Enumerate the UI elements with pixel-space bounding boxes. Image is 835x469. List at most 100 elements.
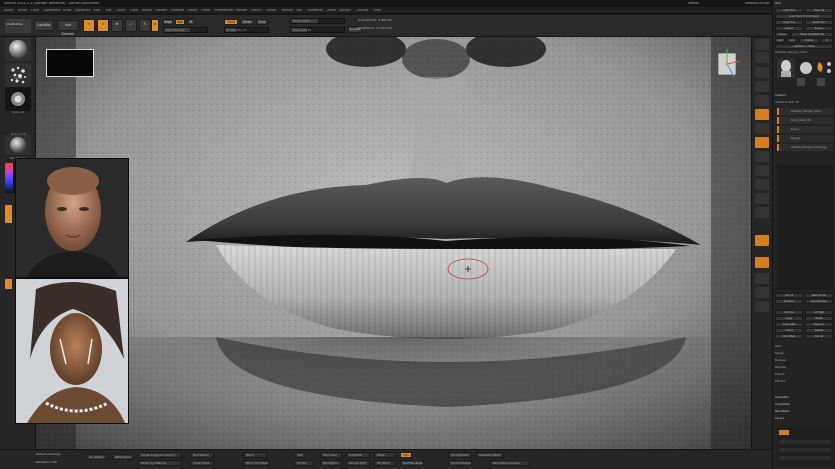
frame-button[interactable]	[755, 165, 769, 176]
layer-row[interactable]	[779, 448, 831, 452]
rotate-view-button[interactable]	[755, 207, 769, 218]
remesh-section[interactable]: Remesh	[775, 366, 786, 371]
menu-texture[interactable]: Texture	[281, 9, 293, 12]
xyz-button[interactable]	[755, 151, 769, 162]
goz-button[interactable]: GoZ	[775, 38, 785, 43]
insert-button[interactable]: Insert	[775, 328, 803, 333]
menu-macro[interactable]: Macro	[142, 9, 152, 12]
subtool-item[interactable]: Wrestler_Merged_Sub3	[777, 108, 833, 115]
menu-preferences[interactable]: Preferences	[215, 9, 234, 12]
move-view-button[interactable]	[755, 179, 769, 190]
menu-layer[interactable]: Layer	[117, 9, 126, 12]
target-polygons-slider[interactable]: Target Polygons Count 5	[138, 452, 182, 458]
mirror-and-weld-button[interactable]: Mirror And Weld	[243, 460, 269, 466]
make-polymesh-button[interactable]: Make PolyMesh3D	[791, 32, 833, 37]
gizmo-button[interactable]: ⊕	[151, 19, 159, 32]
bpr-button[interactable]	[755, 39, 769, 50]
menu-file[interactable]: File	[106, 9, 111, 12]
dynamesh-button[interactable]: DynaMesh	[86, 454, 108, 460]
boolean-section[interactable]: Boolean	[775, 359, 786, 364]
polish-by-features-button[interactable]: Polish by Features	[138, 460, 182, 466]
z-intensity-slider[interactable]: Z Intensity 25	[224, 27, 269, 33]
copy-button[interactable]: Copy	[775, 316, 803, 321]
paste-button[interactable]: Paste	[805, 316, 833, 321]
zremesher-button[interactable]: ZRemesher	[112, 454, 134, 460]
delete-button[interactable]: Delete	[805, 328, 833, 333]
menu-picker[interactable]: Picker	[201, 9, 211, 12]
load-tool-button[interactable]: Load Tool	[775, 8, 803, 13]
group-masked-button[interactable]: Group Masked	[448, 460, 472, 466]
polypaint-button[interactable]: PolyPaint	[374, 460, 396, 466]
persp-button[interactable]	[755, 109, 769, 120]
menus-toggle[interactable]: Menus	[688, 2, 699, 5]
arraymesh-section[interactable]: ArrayMesh	[775, 403, 790, 408]
close-holes-button[interactable]: Close Holes	[190, 460, 214, 466]
split-section[interactable]: Split	[775, 345, 781, 350]
layer-row[interactable]	[779, 456, 831, 460]
solo-button[interactable]	[755, 287, 769, 298]
rename-button[interactable]: Rename	[775, 299, 803, 304]
geometry-section[interactable]: Geometry	[775, 396, 789, 401]
menu-zscript[interactable]: Zscript	[357, 9, 368, 12]
menu-alpha[interactable]: Alpha	[4, 9, 13, 12]
scroll-button[interactable]	[755, 67, 769, 78]
local-button[interactable]	[755, 137, 769, 148]
sdiv-slider[interactable]: SDiv 6	[400, 452, 412, 458]
subtool-item[interactable]: Body_Detail_01	[777, 117, 833, 124]
menu-stencil[interactable]: Stencil	[251, 9, 262, 12]
menu-zoom[interactable]: Zoom	[327, 9, 336, 12]
goz-visible-button[interactable]: Visible	[799, 38, 819, 43]
import-button[interactable]: Import	[775, 26, 803, 31]
menu-edit[interactable]: Edit	[94, 9, 100, 12]
duplicate-button[interactable]: Duplicate	[775, 322, 803, 327]
menu-marker[interactable]: Marker	[156, 9, 167, 12]
goz-r-button[interactable]: R	[821, 38, 833, 43]
menu-brush[interactable]: Brush	[18, 9, 27, 12]
menu-movie[interactable]: Movie	[188, 9, 197, 12]
del-hidden-button[interactable]: Del Hidden	[190, 452, 214, 458]
project-section[interactable]: Project	[775, 373, 785, 378]
menu-document[interactable]: Document	[44, 9, 61, 12]
polish-button[interactable]: Polish	[374, 452, 396, 458]
material-thumbnail[interactable]	[5, 135, 31, 155]
focal-shift-slider[interactable]: Focal Shift 0	[290, 18, 345, 24]
goz-all-button[interactable]: All	[787, 38, 797, 43]
del-other-button[interactable]: Del Other	[775, 334, 803, 339]
draw-button[interactable]: ✐	[97, 19, 109, 32]
append-button[interactable]: Append	[805, 322, 833, 327]
del-lower-button[interactable]: Del Lower	[320, 452, 342, 458]
sculpt-viewport[interactable]	[36, 37, 751, 449]
brush-slot[interactable]: ClayBuildup	[5, 19, 31, 33]
spix-button[interactable]	[755, 52, 769, 63]
stroke-thumbnail[interactable]	[5, 63, 31, 87]
draw-size-slider[interactable]: Draw Size 64	[290, 27, 345, 33]
paste-tool-button[interactable]: Paste Tool	[805, 20, 833, 25]
document-canvas[interactable]	[36, 37, 751, 449]
mrgb-button[interactable]: Mrgb	[163, 19, 173, 25]
merge-section[interactable]: Merge	[775, 352, 784, 357]
ghost-button[interactable]	[755, 273, 769, 284]
backface-mask-button[interactable]: BackfaceMask	[400, 460, 424, 466]
lightbox-tools-button[interactable]: Lightbox > Tools	[775, 44, 833, 49]
reference-photo-2[interactable]	[15, 278, 129, 424]
alpha-thumbnail[interactable]	[5, 87, 31, 111]
transp-button[interactable]	[755, 257, 769, 268]
zcut-button[interactable]: Zcut	[256, 19, 268, 25]
zsub-button[interactable]: Zsub	[240, 19, 254, 25]
menu-render[interactable]: Render	[236, 9, 247, 12]
zadd-button[interactable]: Zadd	[224, 19, 238, 25]
new-folder-button[interactable]: New Folder	[805, 293, 833, 298]
resolution-mesh-button[interactable]: ResolutionMesh	[476, 452, 504, 458]
all-high-button[interactable]: All High	[805, 310, 833, 315]
move-button[interactable]: ✥	[111, 19, 123, 32]
floor-button[interactable]	[755, 123, 769, 134]
subtool-header[interactable]: Subtool	[775, 94, 786, 99]
dynamesh-resolution[interactable]: Resolution 128	[36, 461, 57, 464]
extract-section[interactable]: Extract	[775, 380, 785, 385]
rotate-button[interactable]: ↻	[139, 19, 151, 32]
layer-row[interactable]	[779, 440, 831, 444]
scale-button[interactable]: ⤢	[125, 19, 137, 32]
clone-button[interactable]: Clone	[775, 32, 789, 37]
polyf-button[interactable]	[755, 235, 769, 246]
groups-split-button[interactable]: Groups Split	[346, 460, 370, 466]
